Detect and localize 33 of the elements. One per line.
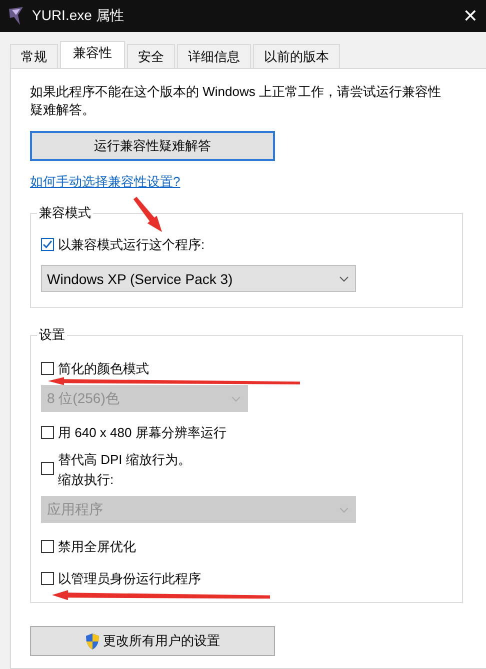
checkbox[interactable] bbox=[41, 540, 54, 553]
checkbox-label: 以兼容模式运行这个程序: bbox=[58, 236, 205, 253]
chevron-down-icon bbox=[339, 506, 349, 512]
group-label: 兼容模式 bbox=[37, 205, 93, 221]
checkbox[interactable] bbox=[41, 462, 54, 475]
checkbox[interactable] bbox=[41, 238, 54, 251]
window-title: YURI.exe 属性 bbox=[32, 7, 125, 25]
arrow bbox=[133, 196, 162, 232]
help-link[interactable]: 如何手动选择兼容性设置? bbox=[30, 173, 180, 191]
tab[interactable]: 以前的版本 bbox=[253, 44, 340, 68]
checkbox-label: 简化的颜色模式 bbox=[58, 360, 149, 377]
close-button[interactable]: ✕ bbox=[462, 6, 478, 26]
chevron-down-icon bbox=[231, 396, 241, 402]
tab[interactable]: 详细信息 bbox=[177, 44, 251, 68]
shield-icon bbox=[85, 632, 100, 650]
tab[interactable]: 常规 bbox=[10, 44, 58, 68]
tab[interactable]: 安全 bbox=[127, 44, 175, 68]
tab[interactable]: 兼容性 bbox=[60, 41, 125, 68]
dropdown[interactable]: Windows XP (Service Pack 3) bbox=[41, 265, 356, 292]
checkbox-label: 以管理员身份运行此程序 bbox=[58, 570, 201, 587]
checkbox[interactable] bbox=[41, 362, 54, 375]
checkbox-label: 禁用全屏优化 bbox=[58, 538, 136, 555]
checkbox-sublabel: 缩放执行: bbox=[58, 471, 115, 488]
troubleshoot-button[interactable]: 运行兼容性疑难解答 bbox=[30, 131, 275, 161]
checkbox[interactable] bbox=[41, 572, 54, 585]
checkbox[interactable] bbox=[41, 426, 54, 439]
checkbox-label: 替代高 DPI 缩放行为。 bbox=[58, 451, 191, 468]
change-all-users-button[interactable]: 更改所有用户的设置 bbox=[30, 626, 275, 656]
group-label: 设置 bbox=[37, 327, 67, 343]
checkbox-label: 用 640 x 480 屏幕分辨率运行 bbox=[58, 424, 226, 441]
app-icon bbox=[8, 7, 24, 25]
description-text: 如果此程序不能在这个版本的 Windows 上正常工作，请尝试运行兼容性疑难解答。 bbox=[30, 83, 442, 119]
chevron-down-icon bbox=[339, 276, 349, 282]
